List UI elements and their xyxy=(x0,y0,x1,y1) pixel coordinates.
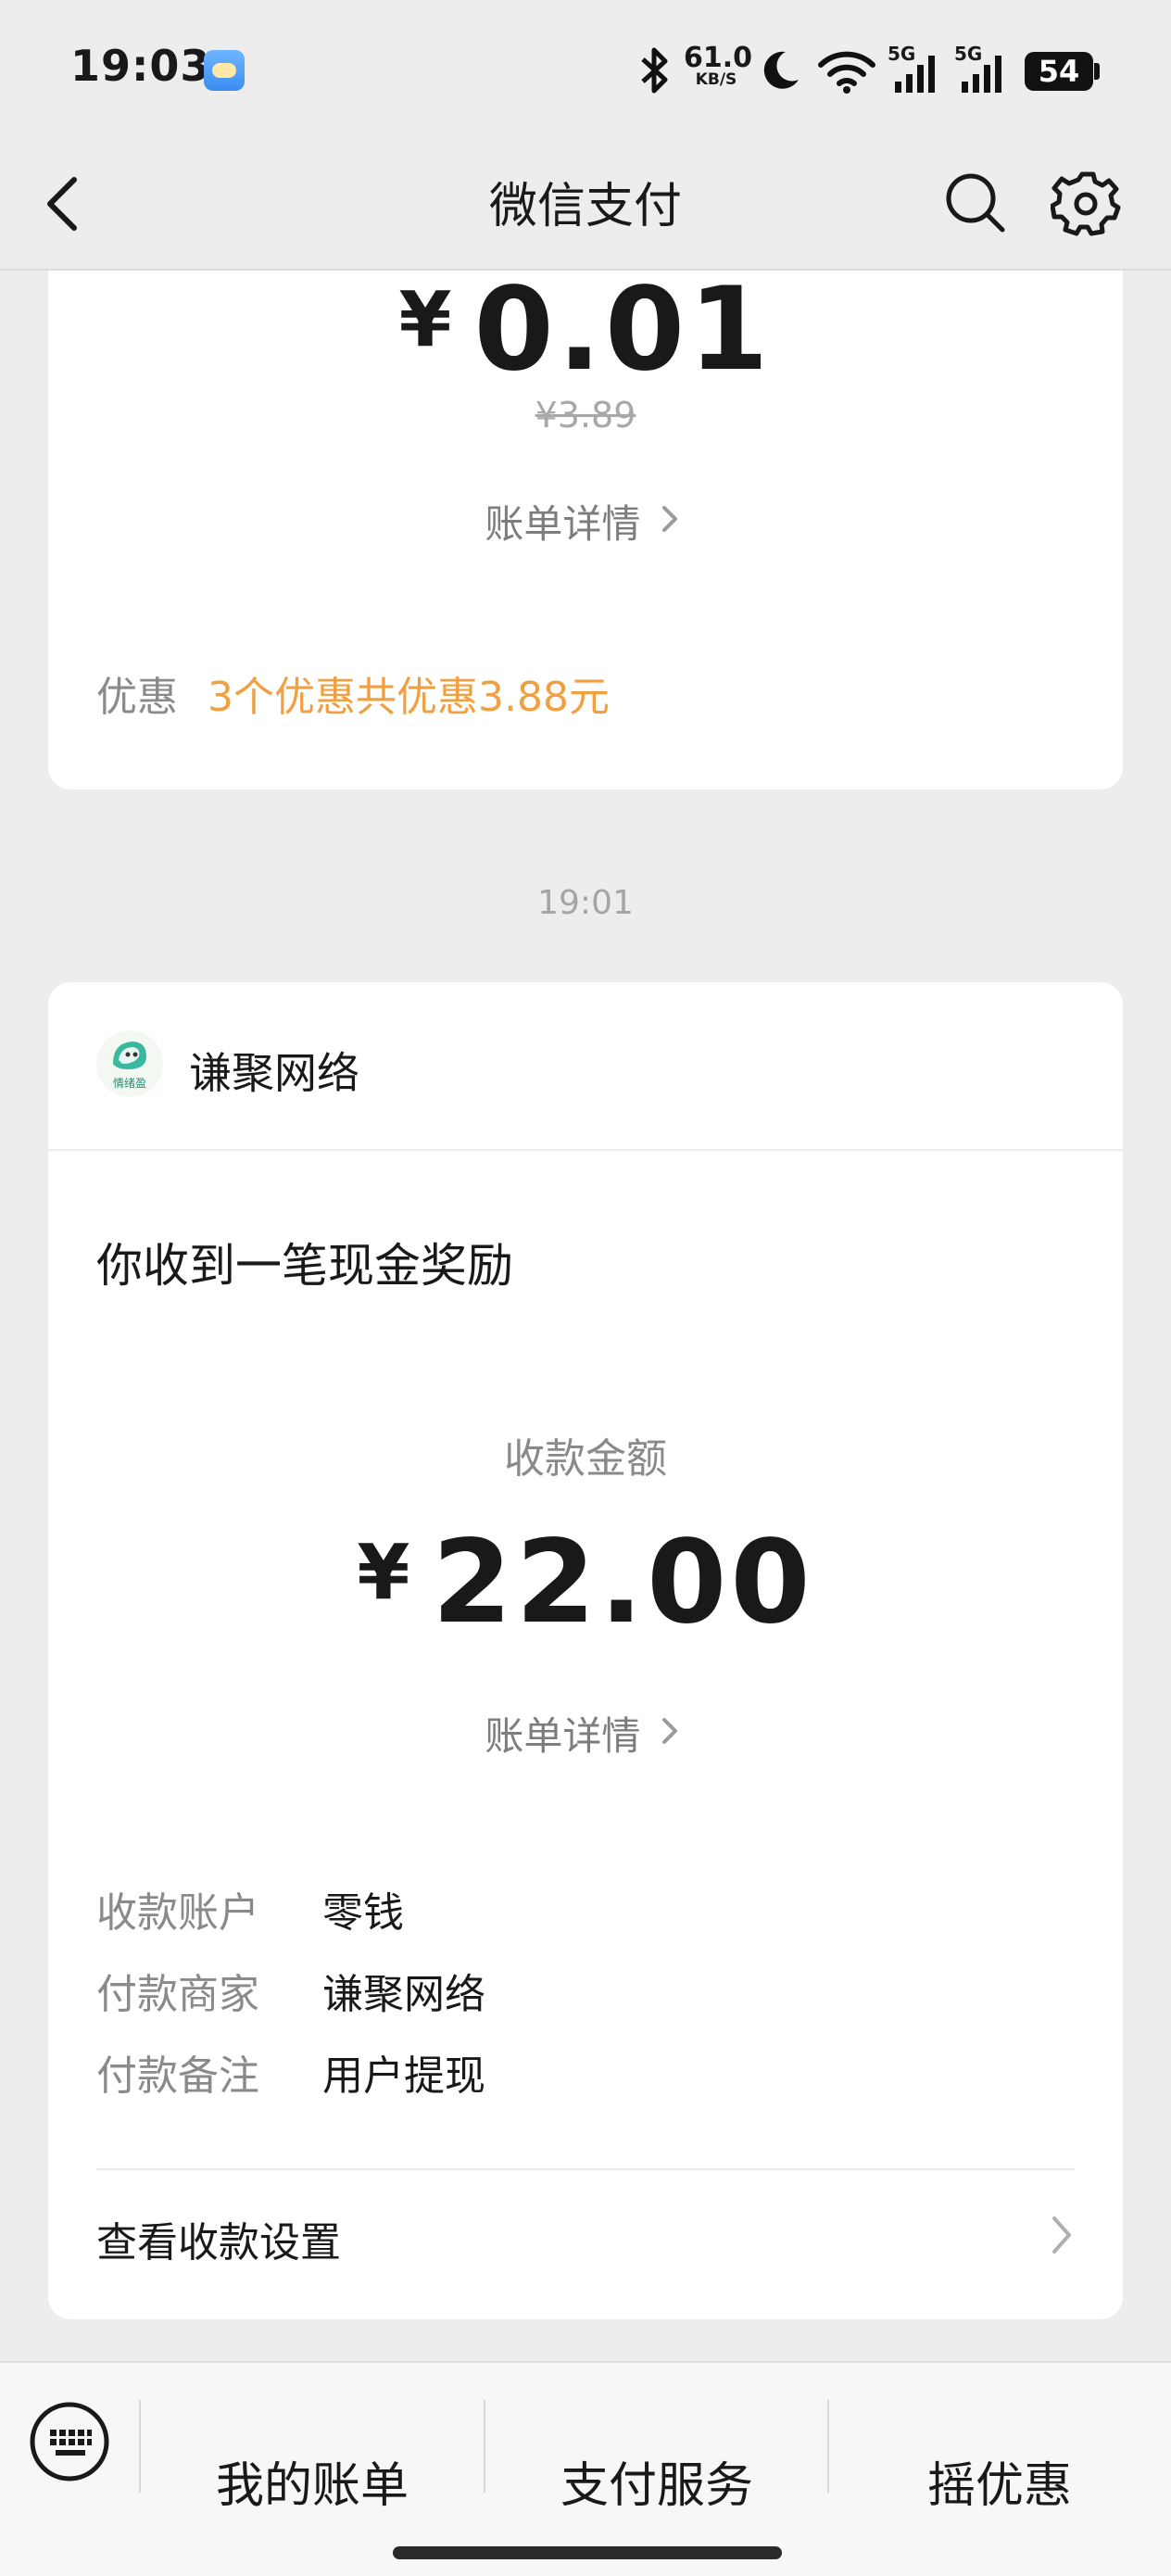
amount-display: ¥0.01 xyxy=(48,263,1123,397)
search-icon xyxy=(946,173,1005,233)
settings-button[interactable] xyxy=(1050,165,1125,239)
status-bar: 19:03 61.0 KB/S 5G 5G 54 xyxy=(0,0,1171,139)
weather-icon xyxy=(204,50,245,91)
info-row-label: 付款备注 xyxy=(96,2052,259,2100)
tab-payment-services[interactable]: 支付服务 xyxy=(485,2446,828,2516)
title-bar: 微信支付 xyxy=(0,139,1171,271)
wifi-icon xyxy=(818,51,875,94)
discount-value: 3个优惠共优惠3.88元 xyxy=(208,674,610,721)
bill-detail-link[interactable]: 账单详情 xyxy=(48,493,1123,549)
keyboard-toggle-button[interactable] xyxy=(28,2400,111,2483)
amount-value: 0.01 xyxy=(473,263,773,397)
battery-indicator: 54 xyxy=(1025,52,1093,91)
chevron-right-icon xyxy=(1052,2216,1071,2254)
network-speed-unit: KB/S xyxy=(695,70,737,89)
transaction-card-discount: ¥0.01 ¥3.89 账单详情 优惠 3个优惠共优惠3.88元 xyxy=(48,263,1123,789)
bottom-menu-bar: 我的账单 支付服务 摇优惠 xyxy=(0,2361,1171,2576)
info-row-label: 付款商家 xyxy=(96,1971,259,2018)
chevron-right-icon xyxy=(661,506,677,532)
search-button[interactable] xyxy=(938,165,1012,239)
amount-value: 22.00 xyxy=(432,1516,814,1649)
amount-label: 收款金额 xyxy=(504,1435,667,1483)
merchant-header[interactable]: 情绪盈 谦聚网络 xyxy=(48,982,1123,1151)
chevron-right-icon xyxy=(661,1718,677,1744)
battery-tip xyxy=(1094,63,1100,80)
battery-level: 54 xyxy=(1038,54,1080,89)
merchant-logo-icon xyxy=(113,1042,146,1069)
merchant-logo-text: 情绪盈 xyxy=(112,1077,146,1090)
bill-detail-label: 账单详情 xyxy=(485,1713,641,1759)
info-row-label: 收款账户 xyxy=(96,1889,259,1937)
info-row-value: 用户提现 xyxy=(322,2052,485,2100)
payment-settings-link[interactable]: 查看收款设置 xyxy=(48,2170,1123,2300)
payment-settings-label: 查看收款设置 xyxy=(96,2219,341,2267)
bill-detail-link[interactable]: 账单详情 xyxy=(48,1705,1123,1762)
currency-symbol: ¥ xyxy=(357,1529,414,1617)
bluetooth-icon xyxy=(641,47,668,94)
transaction-card-reward: 情绪盈 谦聚网络 你收到一笔现金奖励 收款金额 ¥22.00 账单详情 收款账户… xyxy=(48,982,1123,2319)
original-price: ¥3.89 xyxy=(535,395,636,436)
amount-display: ¥22.00 xyxy=(48,1516,1123,1649)
gear-icon xyxy=(1050,171,1121,236)
currency-symbol: ¥ xyxy=(398,276,456,364)
network-speed: 61.0 KB/S xyxy=(684,42,753,89)
info-row-value: 零钱 xyxy=(322,1889,404,1937)
status-time: 19:03 xyxy=(70,41,211,91)
moon-icon xyxy=(763,51,799,89)
home-indicator[interactable] xyxy=(393,2546,782,2559)
keyboard-icon xyxy=(30,2402,109,2481)
merchant-name: 谦聚网络 xyxy=(189,1048,359,1098)
merchant-logo: 情绪盈 xyxy=(96,1030,163,1097)
discount-label: 优惠 xyxy=(96,674,178,721)
notification-message: 你收到一笔现金奖励 xyxy=(96,1239,513,1293)
signal-1-icon xyxy=(895,56,935,93)
info-row-value: 谦聚网络 xyxy=(322,1971,485,2018)
tab-my-bills[interactable]: 我的账单 xyxy=(141,2446,484,2516)
bill-detail-label: 账单详情 xyxy=(485,501,641,547)
signal-2-icon xyxy=(962,56,1001,93)
network-speed-value: 61.0 xyxy=(684,42,753,74)
tab-shake-discounts[interactable]: 摇优惠 xyxy=(828,2446,1171,2516)
message-timestamp: 19:01 xyxy=(537,884,634,922)
